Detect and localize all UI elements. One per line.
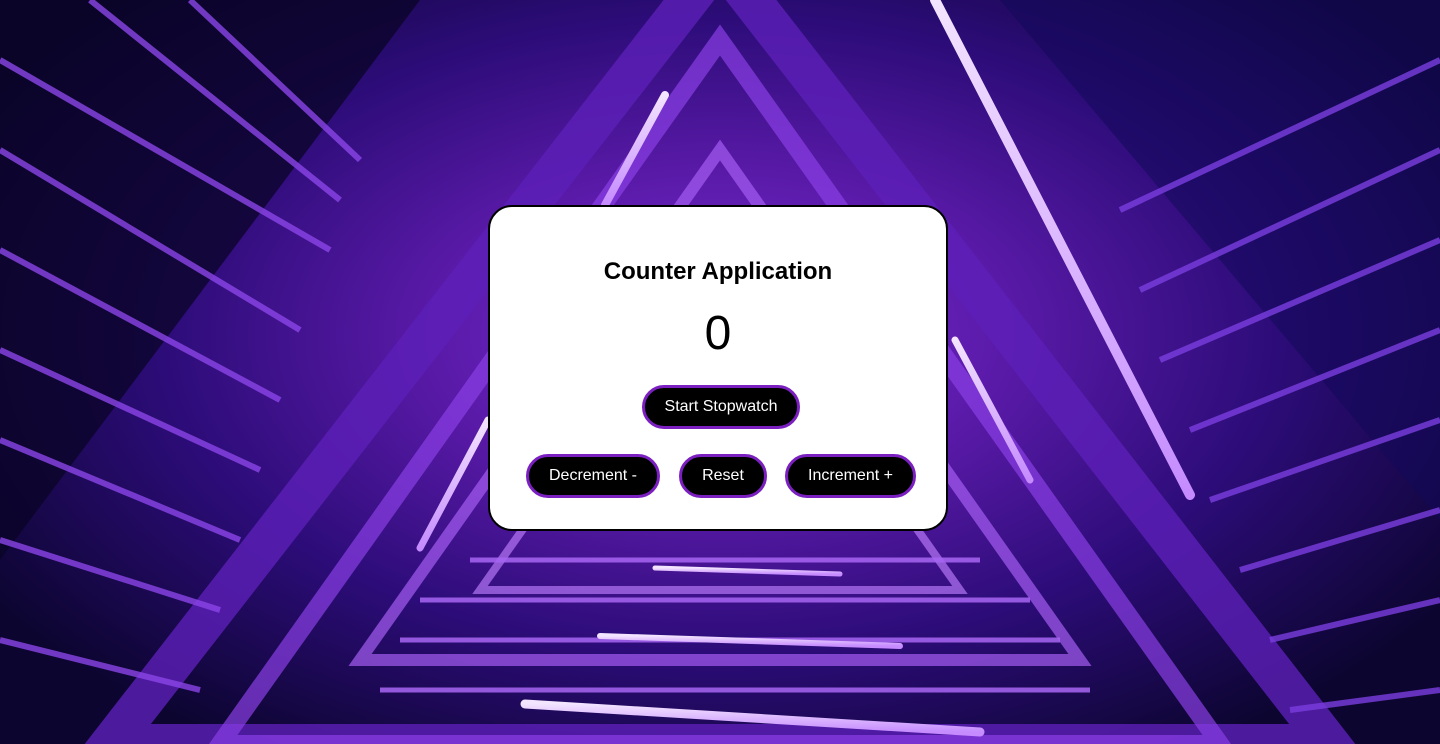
decrement-button[interactable]: Decrement -	[526, 454, 660, 498]
start-stopwatch-button[interactable]: Start Stopwatch	[642, 385, 800, 429]
increment-button[interactable]: Increment +	[785, 454, 916, 498]
app-title: Counter Application	[603, 258, 833, 285]
counter-card: Counter Application 0 Start Stopwatch De…	[488, 205, 948, 531]
reset-button[interactable]: Reset	[679, 454, 767, 498]
counter-value: 0	[704, 307, 732, 360]
